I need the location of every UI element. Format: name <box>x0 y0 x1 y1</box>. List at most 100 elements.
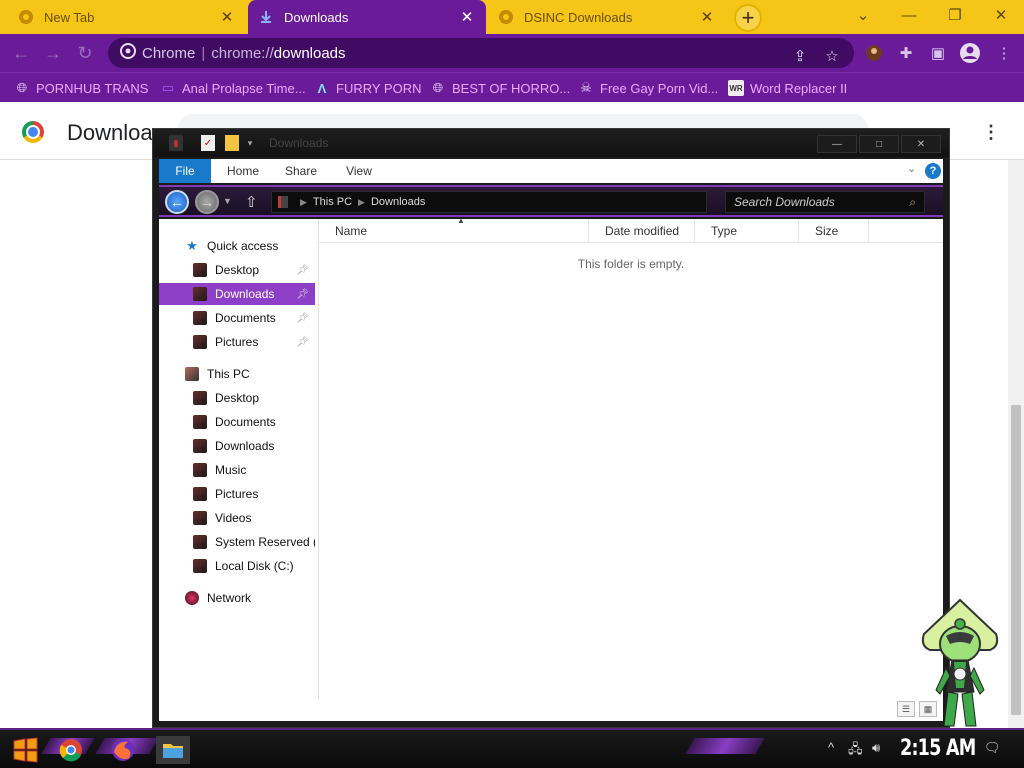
start-icon[interactable] <box>8 736 42 764</box>
tab-file[interactable]: File <box>159 159 211 183</box>
tab-title: Downloads <box>284 9 349 25</box>
file-list[interactable]: ▲ Name Date modified Type Size This fold… <box>319 216 943 717</box>
nav-pc-downloads[interactable]: Downloads <box>159 435 315 457</box>
tab-title: New Tab <box>44 9 95 25</box>
restore-button[interactable]: ❐ <box>932 0 978 30</box>
minimize-button[interactable]: — <box>886 0 932 30</box>
nav-network[interactable]: Network <box>159 587 315 609</box>
column-date-modified[interactable]: Date modified <box>589 219 695 243</box>
close-icon[interactable]: ✕ <box>218 8 236 26</box>
forward-button[interactable]: → <box>40 40 66 66</box>
side-panel-icon[interactable]: ▣ <box>926 41 950 65</box>
back-button[interactable]: ← <box>8 40 34 66</box>
minimize-button[interactable]: — <box>817 135 857 153</box>
bookmark-star-icon[interactable]: ☆ <box>822 46 842 66</box>
close-button[interactable]: ✕ <box>901 135 941 153</box>
details-view-icon[interactable]: ☰ <box>897 701 915 717</box>
volume-icon[interactable]: 🔊︎ <box>872 740 880 756</box>
account-icon[interactable] <box>958 41 982 65</box>
up-arrow-icon[interactable]: ⇧ <box>245 193 258 211</box>
breadcrumb-this-pc[interactable]: This PC <box>313 196 352 208</box>
help-icon[interactable]: ? <box>925 163 941 179</box>
breadcrumb-separator-icon[interactable]: ▶ <box>358 197 365 208</box>
close-icon[interactable]: ✕ <box>458 8 476 26</box>
column-size[interactable]: Size <box>799 219 869 243</box>
pin-icon[interactable]: 📌︎ <box>296 313 309 324</box>
page-menu-icon[interactable]: ⋮ <box>982 122 1000 143</box>
nav-this-pc[interactable]: This PC <box>159 363 315 385</box>
computer-icon <box>185 367 199 381</box>
breadcrumb-separator-icon[interactable]: ▶ <box>300 197 307 208</box>
chrome-icon <box>498 9 514 25</box>
show-hidden-icons-chevron-icon[interactable]: ^ <box>828 740 834 755</box>
explorer-titlebar[interactable]: ▮ ✓ ▾ Downloads — □ ✕ <box>153 129 949 157</box>
reload-button[interactable]: ↻ <box>72 40 98 66</box>
bookmark-item[interactable]: 🌐︎ BEST OF HORRO... <box>430 79 570 97</box>
firefox-icon[interactable] <box>106 736 140 764</box>
chrome-menu-icon[interactable]: ⋮ <box>992 41 1016 65</box>
tab-new-tab[interactable]: New Tab ✕ <box>8 0 246 34</box>
tab-home[interactable]: Home <box>221 159 265 183</box>
nav-pc-system-reserved[interactable]: System Reserved (A <box>159 531 315 553</box>
address-bar[interactable]: Chrome | chrome://downloads ⇪ ☆ <box>108 38 854 68</box>
maximize-button[interactable]: □ <box>859 135 899 153</box>
search-input[interactable]: Search Downloads ⌕ <box>725 191 925 213</box>
file-explorer-icon[interactable] <box>156 736 190 764</box>
search-icon[interactable]: ⌕ <box>909 195 916 210</box>
close-window-button[interactable]: ✕ <box>978 0 1024 30</box>
new-tab-button[interactable]: + <box>734 4 762 32</box>
nav-qa-downloads[interactable]: Downloads 📌︎ <box>159 283 315 305</box>
tab-view[interactable]: View <box>337 159 381 183</box>
new-folder-icon[interactable] <box>225 135 239 151</box>
bookmark-item[interactable]: ▭ Anal Prolapse Time... <box>160 79 306 97</box>
page-scrollbar[interactable] <box>1008 160 1024 732</box>
recent-locations-chevron-icon[interactable]: ▼ <box>223 196 232 206</box>
pin-icon[interactable]: 📌︎ <box>296 289 309 300</box>
bookmark-label: Free Gay Porn Vid... <box>600 80 719 96</box>
tab-search-chevron-icon[interactable]: ⌄ <box>840 0 886 30</box>
breadcrumb-downloads[interactable]: Downloads <box>371 196 425 208</box>
forward-arrow-icon[interactable]: → <box>195 190 219 214</box>
bookmark-item[interactable]: WR Word Replacer II <box>728 79 847 97</box>
tab-downloads[interactable]: Downloads ✕ <box>248 0 486 34</box>
nav-qa-desktop[interactable]: Desktop 📌︎ <box>159 259 315 281</box>
nav-pc-pictures[interactable]: Pictures <box>159 483 315 505</box>
back-arrow-icon[interactable]: ← <box>165 190 189 214</box>
bookmark-label: Word Replacer II <box>750 80 848 96</box>
chrome-icon[interactable] <box>54 736 88 764</box>
bookmark-item[interactable]: ☠ Free Gay Porn Vid... <box>578 79 718 97</box>
clock[interactable]: 2:15 AM <box>900 736 976 761</box>
nav-pc-music[interactable]: Music <box>159 459 315 481</box>
nav-pc-local-disk[interactable]: Local Disk (C:) <box>159 555 315 577</box>
profile-avatar-icon[interactable] <box>862 41 886 65</box>
customize-chevron-icon[interactable]: ▾ <box>245 135 255 151</box>
column-name[interactable]: Name <box>319 219 589 243</box>
nav-quick-access[interactable]: ★ Quick access <box>159 235 315 257</box>
tab-dsinc-downloads[interactable]: DSINC Downloads ✕ <box>488 0 726 34</box>
pin-icon[interactable]: 📌︎ <box>296 265 309 276</box>
bookmark-label: PORNHUB TRANS <box>36 80 149 96</box>
close-icon[interactable]: ✕ <box>698 8 716 26</box>
navigation-pane[interactable]: ★ Quick access Desktop 📌︎ Downloads 📌︎ D… <box>159 219 319 699</box>
bookmark-item[interactable]: Λ FURRY PORN <box>314 79 422 97</box>
network-tray-icon[interactable]: 🖧︎ <box>848 740 863 762</box>
column-type[interactable]: Type <box>695 219 799 243</box>
nav-label: Videos <box>215 511 252 525</box>
pin-icon[interactable]: 📌︎ <box>296 337 309 348</box>
properties-icon[interactable]: ✓ <box>201 135 215 151</box>
search-placeholder: Search Downloads <box>734 195 835 209</box>
expand-ribbon-chevron-icon[interactable]: ⌄ <box>907 162 916 175</box>
nav-pc-videos[interactable]: Videos <box>159 507 315 529</box>
nav-qa-documents[interactable]: Documents 📌︎ <box>159 307 315 329</box>
scrollbar-thumb[interactable] <box>1011 405 1021 715</box>
share-icon[interactable]: ⇪ <box>790 46 810 66</box>
downloads-folder-icon <box>193 439 207 453</box>
nav-pc-documents[interactable]: Documents <box>159 411 315 433</box>
extensions-puzzle-icon[interactable]: ✚ <box>894 41 918 65</box>
bookmark-item[interactable]: 🌐︎ PORNHUB TRANS <box>14 79 149 97</box>
nav-qa-pictures[interactable]: Pictures 📌︎ <box>159 331 315 353</box>
breadcrumb[interactable]: ▶ This PC ▶ Downloads <box>271 191 707 213</box>
tab-share[interactable]: Share <box>279 159 323 183</box>
action-center-icon[interactable]: 🗨︎ <box>984 740 1001 756</box>
nav-pc-desktop[interactable]: Desktop <box>159 387 315 409</box>
